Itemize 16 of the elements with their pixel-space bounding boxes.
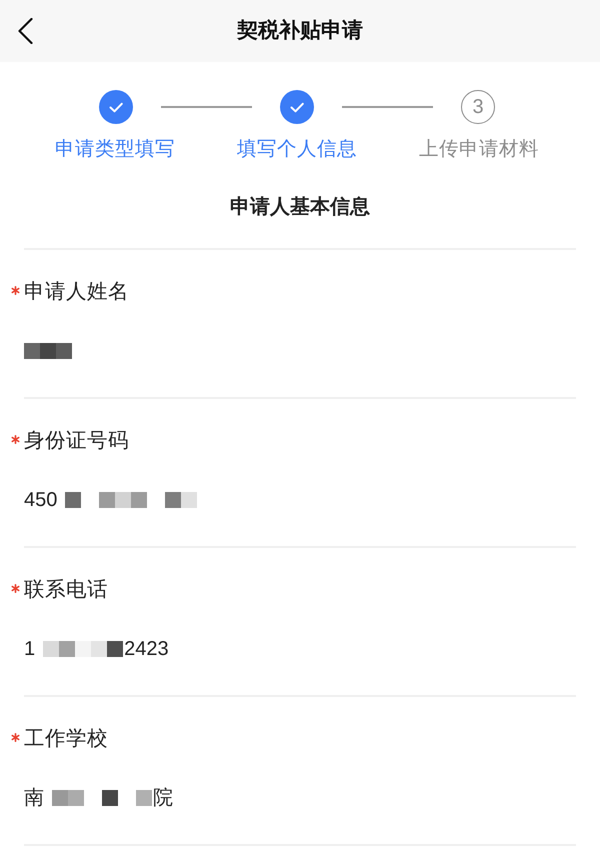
field-value: 2423 <box>124 637 169 661</box>
section-title: 申请人基本信息 <box>230 196 370 218</box>
field-label: 联系电话 <box>24 578 108 602</box>
field-label: 工作学校 <box>24 727 108 751</box>
chevron-left-icon <box>18 18 32 44</box>
step-label: 申请类型填写 <box>55 138 175 160</box>
step-label: 上传申请材料 <box>419 138 539 160</box>
field-value: 院 <box>153 786 173 810</box>
step-number: 3 <box>461 90 495 124</box>
field-label: 申请人姓名 <box>24 280 129 304</box>
field-label: 身份证号码 <box>24 429 129 453</box>
page-title: 契税补贴申请 <box>237 19 363 42</box>
step-label: 填写个人信息 <box>237 138 357 160</box>
field-value: 450 <box>24 488 58 512</box>
field-value: 南 <box>24 786 44 810</box>
field-value: 1 <box>24 637 36 661</box>
